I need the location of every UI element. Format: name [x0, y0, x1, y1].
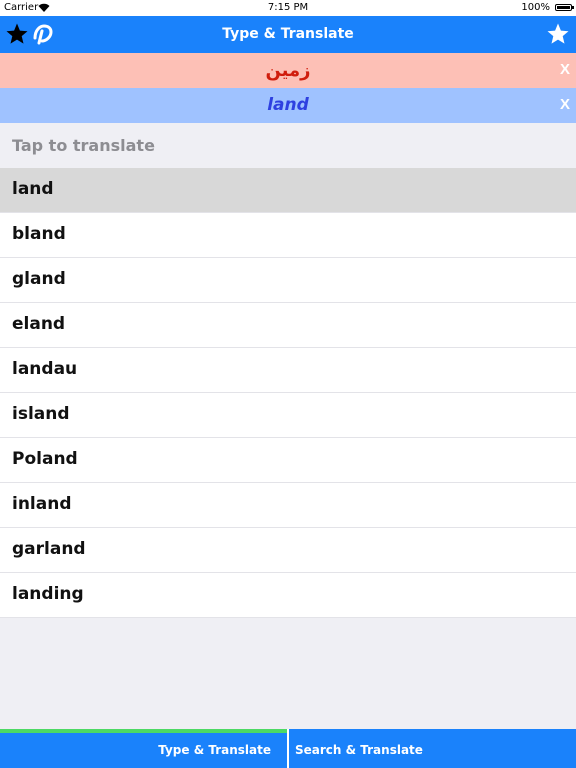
english-translation-text: land — [267, 95, 309, 115]
nav-bar: Type & Translate — [0, 16, 576, 53]
translate-input[interactable] — [0, 123, 576, 168]
list-item-label: landing — [12, 584, 84, 604]
list-item[interactable]: Poland — [0, 438, 576, 483]
clear-english-button[interactable]: X — [560, 96, 570, 113]
clear-arabic-button[interactable]: X — [560, 61, 570, 78]
list-item[interactable]: inland — [0, 483, 576, 528]
list-item-label: Poland — [12, 449, 78, 469]
list-item[interactable]: eland — [0, 303, 576, 348]
tab-type-translate[interactable]: Type & Translate — [0, 729, 287, 768]
list-item-label: landau — [12, 359, 78, 379]
status-time: 7:15 PM — [267, 2, 309, 13]
list-item-label: eland — [12, 314, 66, 334]
arabic-translation-text: زمين — [265, 60, 311, 81]
list-item[interactable]: garland — [0, 528, 576, 573]
tab-search-translate-label: Search & Translate — [295, 743, 423, 757]
list-item[interactable]: island — [0, 393, 576, 438]
list-item[interactable]: bland — [0, 213, 576, 258]
list-item[interactable]: landing — [0, 573, 576, 618]
tab-search-translate[interactable]: Search & Translate — [289, 729, 576, 768]
list-item[interactable]: gland — [0, 258, 576, 303]
tab-type-translate-label: Type & Translate — [158, 743, 271, 757]
status-bar: Carrier 7:15 PM 100% — [0, 0, 576, 16]
english-translation-bar[interactable]: land X — [0, 88, 576, 123]
list-item-label: island — [12, 404, 70, 424]
list-item-label: inland — [12, 494, 72, 514]
active-tab-indicator — [0, 729, 287, 733]
battery-icon — [555, 4, 572, 11]
suggestion-list: land bland gland eland landau island Pol… — [0, 168, 576, 618]
tab-bar: Type & Translate Search & Translate — [0, 729, 576, 768]
list-item-label: garland — [12, 539, 86, 559]
arabic-translation-bar[interactable]: زمين X — [0, 53, 576, 88]
list-item-label: bland — [12, 224, 66, 244]
translate-search-bar — [0, 123, 576, 168]
list-item-label: gland — [12, 269, 66, 289]
battery-percent: 100% — [521, 2, 550, 13]
favorite-star-icon[interactable] — [546, 22, 570, 46]
battery-tip — [572, 6, 574, 9]
page-title: Type & Translate — [222, 26, 354, 42]
list-item[interactable]: land — [0, 168, 576, 213]
list-item-label: land — [12, 179, 54, 199]
list-item[interactable]: landau — [0, 348, 576, 393]
